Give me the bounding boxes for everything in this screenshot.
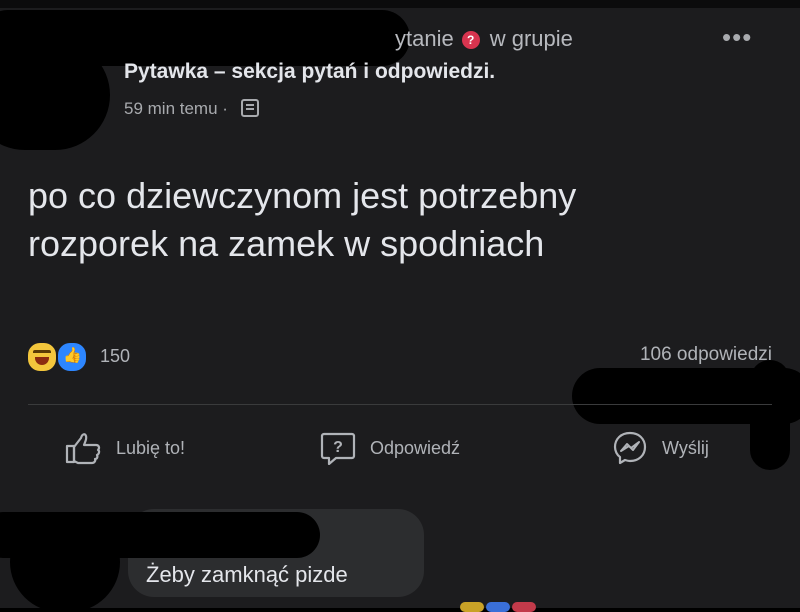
comment-reactions-peek <box>460 602 580 612</box>
top-strip <box>0 0 800 8</box>
like-label: Lubię to! <box>116 437 186 458</box>
haha-reaction-icon <box>26 341 58 373</box>
header-suffix: ytanie <box>395 26 454 51</box>
question-icon: ? <box>461 31 480 49</box>
post-meta: 59 min temu · <box>124 99 259 119</box>
svg-text:?: ? <box>333 439 343 456</box>
messenger-icon <box>613 431 647 465</box>
redacted-avatar <box>0 40 110 150</box>
more-options-icon[interactable]: ••• <box>722 22 752 53</box>
redacted-commenter-avatar <box>10 512 120 612</box>
comment-text: Żeby zamknąć pizde <box>146 562 348 587</box>
reaction-count: 150 <box>100 346 131 366</box>
group-name-link[interactable]: Pytawka – sekcja pytań i odpowiedzi. <box>124 60 495 84</box>
post-card: ytanie? w grupie Pytawka – sekcja pytań i… <box>0 0 800 612</box>
in-group-label: w grupie <box>489 26 573 51</box>
post-header: ytanie? w grupie <box>395 26 573 52</box>
post-text-line: rozporek na zamek w spodniach <box>28 223 545 264</box>
like-button[interactable]: Lubię to! <box>64 428 185 468</box>
answer-label: Odpowiedź <box>370 437 461 458</box>
redacted-scribble-tail <box>750 360 790 470</box>
like-reaction-icon <box>56 341 88 373</box>
post-time[interactable]: 59 min temu <box>124 99 218 118</box>
post-text-line: po co dziewczynom jest potrzebny <box>28 175 577 216</box>
send-button[interactable]: Wyślij <box>612 428 709 468</box>
thumbs-up-icon <box>65 433 101 465</box>
answer-button[interactable]: ? Odpowiedź <box>320 428 460 468</box>
post-text: po co dziewczynom jest potrzebny rozpore… <box>28 172 768 268</box>
replies-count[interactable]: 106 odpowiedzi <box>640 344 772 366</box>
question-bubble-icon: ? <box>320 432 356 465</box>
send-label: Wyślij <box>662 437 709 458</box>
divider <box>28 404 772 405</box>
audience-icon <box>240 99 259 117</box>
